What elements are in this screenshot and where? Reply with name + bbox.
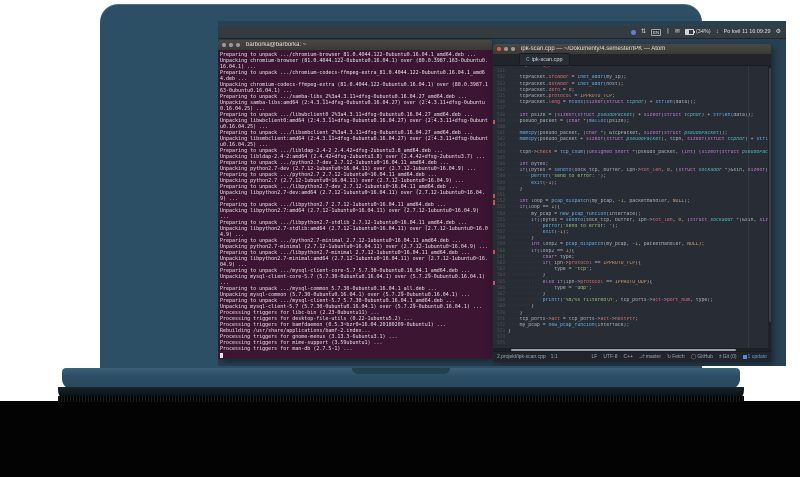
terminal-line: Processing triggers for man-db (2.7.5-1)… — [220, 346, 353, 352]
atom-tab-bar: C ipk-scan.cpp — [493, 53, 771, 66]
terminal-line: Unpacking libpython2.7-stdlib:amd64 (2.7… — [220, 226, 488, 238]
tab-label: ipk-scan.cpp — [531, 56, 563, 63]
status-file-path[interactable]: 2.projekt/ipk-scan.cpp — [497, 354, 546, 360]
laptop-lid-notch — [352, 368, 450, 374]
terminal-title: barborka@barborka: ~ — [246, 42, 307, 48]
terminal-line: Unpacking libpython2.7-minimal:amd64 (2.… — [220, 256, 488, 268]
terminal-titlebar[interactable]: barborka@barborka: ~ — [218, 40, 492, 50]
horizontal-scrollbar-thumb[interactable] — [511, 348, 736, 351]
terminal-minimize-icon[interactable] — [229, 43, 233, 47]
system-tray: ⇅ EN ᛒ ✉ (34%) ↕ Po kvě 11 16:09:29 ⚙ — [631, 28, 781, 36]
atom-title: ipk-scan.cpp — ~/Dokumenty/4.semester/IP… — [521, 46, 666, 52]
line-number[interactable]: 575 — [493, 341, 508, 347]
atom-window: ipk-scan.cpp — ~/Dokumenty/4.semester/IP… — [493, 44, 771, 362]
status-line-ending[interactable]: LF — [591, 354, 597, 360]
status-git-branch-icon: ⎇ — [638, 354, 645, 360]
atom-status-bar: 2.projekt/ipk-scan.cpp 1:1 LF UTF-8 C++ ⎇ ma… — [493, 351, 771, 362]
status-git-changes-icon: ± — [718, 354, 722, 360]
laptop-vents — [58, 396, 744, 402]
status-github[interactable]: ◯ GitHub — [691, 354, 713, 360]
code-lines[interactable]: 530····tcph->urg_ptr = 0;531532····tcpPa… — [493, 66, 771, 348]
cpp-file-icon: C — [526, 56, 530, 63]
status-encoding[interactable]: UTF-8 — [603, 354, 617, 360]
atom-editor[interactable]: 530····tcph->urg_ptr = 0;531532····tcpPa… — [493, 66, 771, 348]
status-git-changes[interactable]: ± Git (0) — [719, 354, 737, 360]
status-github-icon: ◯ — [690, 354, 697, 360]
bluetooth-icon[interactable]: ᛒ — [666, 29, 670, 35]
status-grammar[interactable]: C++ — [624, 354, 633, 360]
terminal-line: Unpacking chromium-browser (81.0.4044.12… — [220, 58, 488, 70]
tab-ipk-scan-cpp[interactable]: C ipk-scan.cpp — [519, 53, 570, 65]
session-gear-icon[interactable]: ⚙ — [776, 29, 781, 35]
terminal-maximize-icon[interactable] — [236, 43, 240, 47]
status-cursor-position[interactable]: 1:1 — [551, 354, 558, 360]
terminal-line: Unpacking mysql-client-core-5.7 (5.7.30-… — [220, 274, 488, 286]
laptop-shadow — [0, 401, 800, 477]
mail-icon[interactable]: ✉ — [675, 29, 680, 35]
keyboard-layout-indicator[interactable]: EN — [651, 28, 662, 36]
terminal-line: Preparing to unpack .../chromium-codecs-… — [220, 70, 485, 82]
top-panel: ⇅ EN ᛒ ✉ (34%) ↕ Po kvě 11 16:09:29 ⚙ — [218, 26, 786, 39]
terminal-line: Unpacking libwbclient0:amd64 (2:4.3.11+d… — [220, 118, 488, 130]
status-git-branch[interactable]: ⎇ master — [639, 354, 661, 360]
battery-indicator[interactable]: (34%) — [684, 29, 711, 35]
app-indicator-icon[interactable] — [631, 29, 636, 35]
terminal-output[interactable]: Preparing to unpack .../chromium-browser… — [218, 50, 492, 359]
status-fetch[interactable]: ↻ Fetch — [667, 354, 685, 360]
terminal-window: barborka@barborka: ~ Preparing to unpack… — [218, 40, 492, 359]
sync-arrows-icon[interactable]: ↕ — [716, 29, 719, 35]
code-line: 575 — [493, 341, 771, 347]
terminal-cursor — [220, 353, 223, 358]
terminal-line: Unpacking chromium-codecs-ffmpeg-extra (… — [220, 82, 488, 94]
laptop-screen-bezel: ⇅ EN ᛒ ✉ (34%) ↕ Po kvě 11 16:09:29 ⚙ barborka@… — [100, 4, 786, 372]
update-icon — [742, 355, 747, 359]
atom-maximize-icon[interactable] — [511, 47, 515, 51]
atom-minimize-icon[interactable] — [504, 47, 508, 51]
network-icon[interactable]: ⇅ — [641, 29, 646, 35]
terminal-line: Unpacking libpython2.7:amd64 (2.7.12-1ub… — [220, 208, 482, 220]
battery-icon — [684, 29, 695, 35]
atom-close-icon[interactable] — [497, 47, 501, 51]
status-fetch-icon: ↻ — [667, 354, 672, 360]
terminal-line: Unpacking libsmbclient:amd64 (2:4.3.11+d… — [220, 136, 488, 148]
vertical-scrollbar[interactable] — [768, 66, 771, 348]
terminal-line: Unpacking samba-libs:amd64 (2:4.3.11+dfs… — [220, 100, 485, 112]
clock-indicator[interactable]: Po kvě 11 16:09:29 — [724, 29, 771, 35]
status-updates[interactable]: 1 update — [742, 354, 767, 360]
horizontal-scrollbar[interactable] — [493, 348, 771, 351]
desktop-wallpaper: ⇅ EN ᛒ ✉ (34%) ↕ Po kvě 11 16:09:29 ⚙ barborka@… — [218, 21, 786, 366]
terminal-close-icon[interactable] — [222, 43, 226, 47]
terminal-line: Unpacking libpython2.7-dev:amd64 (2.7.12… — [220, 190, 485, 202]
